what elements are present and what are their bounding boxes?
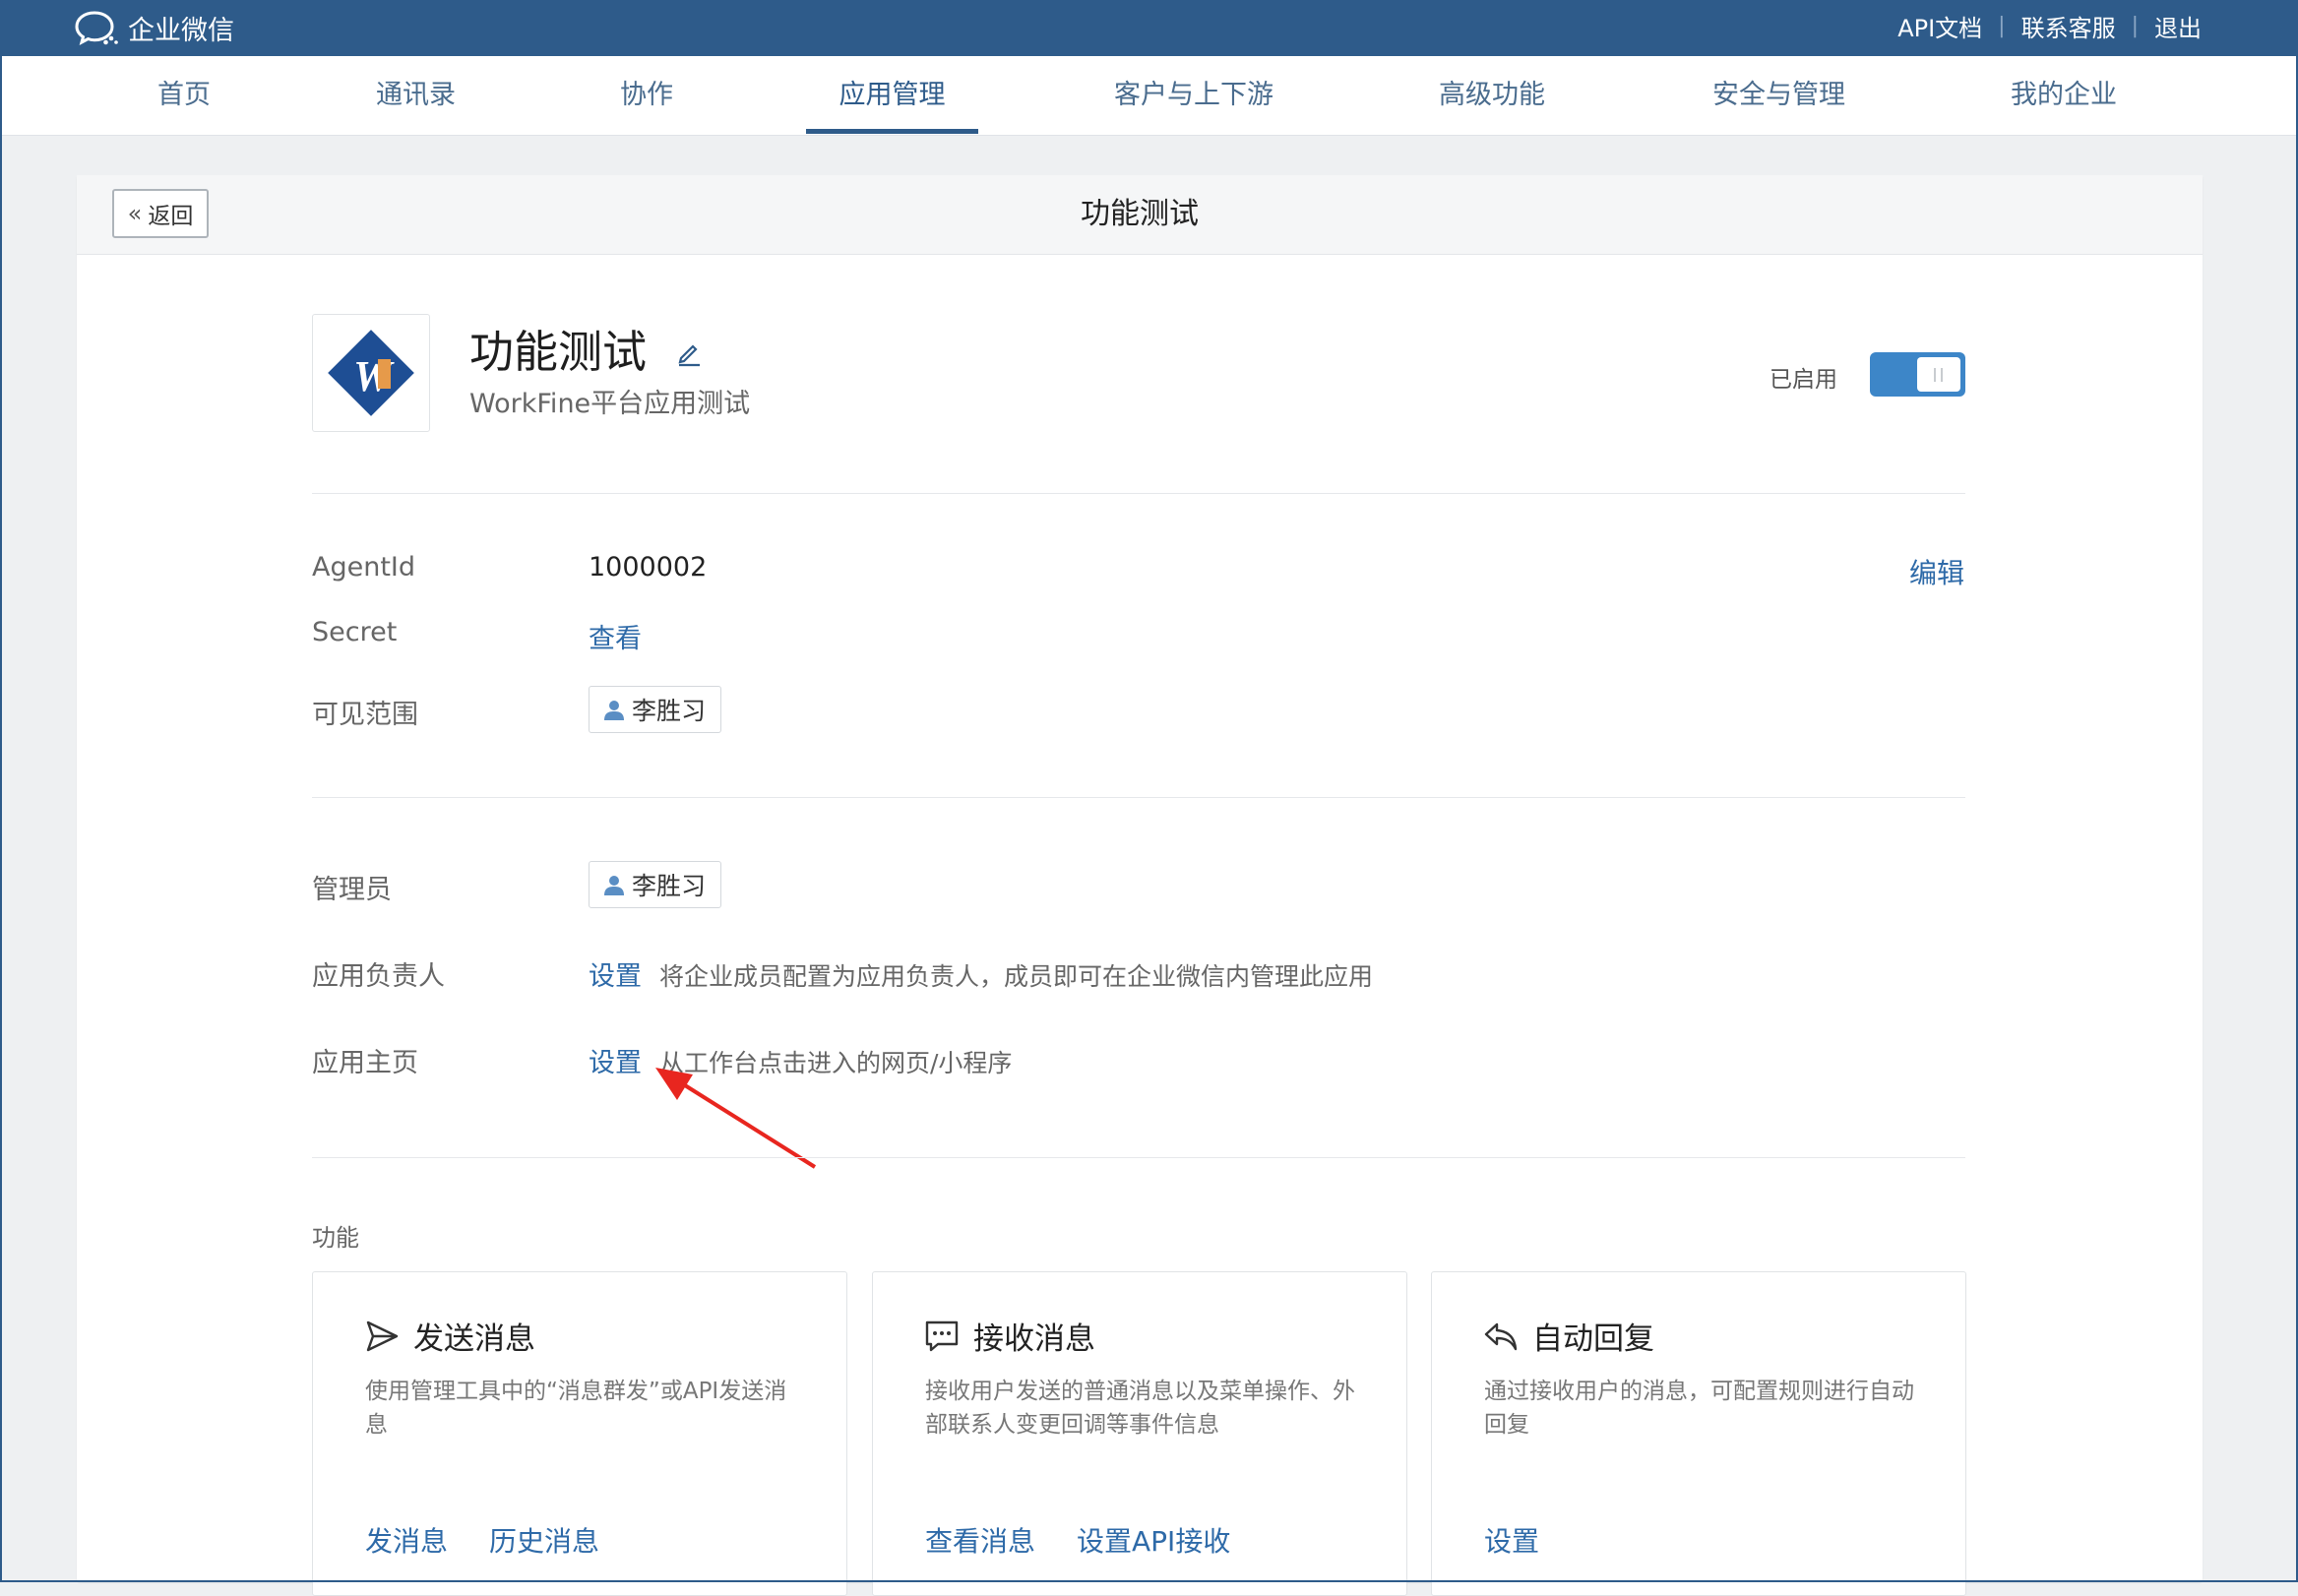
feature-title-text: 自动回复 (1532, 1321, 1654, 1357)
admin-label: 管理员 (312, 875, 392, 905)
admin-member-tag[interactable]: 李胜习 (589, 861, 722, 908)
wecom-logo-icon (75, 11, 118, 45)
divider (312, 1157, 1965, 1158)
admin-member-name: 李胜习 (632, 872, 707, 900)
nav-advanced[interactable]: 高级功能 (1423, 56, 1561, 135)
feature-actions: 查看消息 设置API接收 (925, 1520, 1230, 1560)
visible-range-label: 可见范围 (312, 700, 418, 730)
brand[interactable]: 企业微信 (75, 8, 234, 47)
feature-card-autoreply[interactable]: 自动回复 通过接收用户的消息，可配置规则进行自动回复 设置 (1431, 1271, 1966, 1596)
send-icon (366, 1320, 399, 1351)
page-title: 功能测试 (1081, 197, 1199, 231)
main-nav: 首页 通讯录 协作 应用管理 客户与上下游 高级功能 安全与管理 我的企业 (0, 56, 2298, 136)
homepage-label: 应用主页 (312, 1048, 418, 1078)
visible-member-name: 李胜习 (632, 697, 707, 725)
brand-name: 企业微信 (128, 15, 234, 46)
app-description: WorkFine平台应用测试 (469, 389, 751, 419)
logout-link[interactable]: 退出 (2154, 9, 2202, 43)
agentid-value: 1000002 (589, 552, 708, 583)
divider (312, 493, 1965, 494)
divider: | (2131, 13, 2139, 38)
nav-security[interactable]: 安全与管理 (1698, 56, 1860, 135)
view-messages-link[interactable]: 查看消息 (925, 1520, 1035, 1560)
user-icon (604, 701, 624, 720)
app-logo[interactable]: W (312, 314, 430, 432)
agentid-label: AgentId (312, 552, 416, 583)
features-section-label: 功能 (312, 1224, 359, 1252)
feature-card-send[interactable]: 发送消息 使用管理工具中的“消息群发”或API发送消息 发消息 历史消息 (312, 1271, 847, 1596)
user-icon (604, 876, 624, 895)
app-name: 功能测试 (469, 326, 648, 378)
pencil-icon[interactable] (673, 337, 705, 368)
feature-description: 通过接收用户的消息，可配置规则进行自动回复 (1484, 1379, 1914, 1438)
app-logo-icon: W (328, 330, 414, 416)
api-docs-link[interactable]: API文档 (1897, 9, 1982, 43)
edit-link[interactable]: 编辑 (1909, 552, 1964, 591)
feature-description: 接收用户发送的普通消息以及菜单操作、外部联系人变更回调等事件信息 (925, 1379, 1355, 1438)
chat-icon (925, 1320, 959, 1351)
set-api-receive-link[interactable]: 设置API接收 (1077, 1520, 1230, 1560)
view-secret-link[interactable]: 查看 (589, 617, 642, 655)
visible-member-tag[interactable]: 李胜习 (589, 686, 722, 733)
top-bar: 企业微信 API文档 | 联系客服 | 退出 (0, 0, 2298, 56)
nav-home[interactable]: 首页 (135, 56, 233, 135)
divider: | (1998, 13, 2006, 38)
autoreply-settings-link[interactable]: 设置 (1484, 1520, 1539, 1560)
feature-title: 接收消息 (924, 1314, 1095, 1358)
app-detail-card: 功能测试 « 返回 W 功能测试 WorkFine平台应用测试 已启用 Agen… (77, 175, 2203, 1596)
toggle-knob (1917, 357, 1960, 392)
nav-contacts[interactable]: 通讯录 (359, 56, 472, 135)
nav-my-enterprise[interactable]: 我的企业 (2000, 56, 2128, 135)
back-button[interactable]: « 返回 (112, 189, 209, 238)
send-message-link[interactable]: 发消息 (365, 1520, 448, 1560)
feature-card-receive[interactable]: 接收消息 接收用户发送的普通消息以及菜单操作、外部联系人变更回调等事件信息 查看… (872, 1271, 1407, 1596)
feature-title: 发送消息 (364, 1314, 535, 1358)
feature-description: 使用管理工具中的“消息群发”或API发送消息 (365, 1379, 787, 1438)
status-label: 已启用 (1770, 367, 1837, 393)
owner-label: 应用负责人 (312, 961, 445, 992)
owner-hint: 将企业成员配置为应用负责人，成员即可在企业微信内管理此应用 (659, 962, 1374, 991)
nav-collaboration[interactable]: 协作 (597, 56, 696, 135)
top-links: API文档 | 联系客服 | 退出 (1897, 0, 2202, 51)
enable-toggle[interactable] (1870, 352, 1965, 397)
feature-actions: 发消息 历史消息 (365, 1520, 599, 1560)
divider (312, 797, 1965, 798)
contact-support-link[interactable]: 联系客服 (2021, 9, 2116, 43)
owner-row: 设置 将企业成员配置为应用负责人，成员即可在企业微信内管理此应用 (589, 954, 1373, 993)
secret-label: Secret (312, 617, 398, 647)
owner-set-link[interactable]: 设置 (589, 954, 642, 993)
card-header: 功能测试 « 返回 (77, 175, 2203, 255)
feature-title-text: 接收消息 (973, 1321, 1095, 1357)
nav-customers[interactable]: 客户与上下游 (1100, 56, 1287, 135)
double-chevron-left-icon: « (127, 200, 143, 227)
nav-active-indicator (806, 129, 978, 134)
feature-title: 自动回复 (1483, 1314, 1654, 1358)
feature-actions: 设置 (1484, 1520, 1539, 1560)
reply-icon (1484, 1322, 1518, 1350)
nav-app-management[interactable]: 应用管理 (806, 56, 978, 135)
message-history-link[interactable]: 历史消息 (489, 1520, 599, 1560)
feature-title-text: 发送消息 (413, 1321, 535, 1357)
homepage-set-link[interactable]: 设置 (589, 1041, 642, 1079)
back-label: 返回 (148, 204, 194, 229)
